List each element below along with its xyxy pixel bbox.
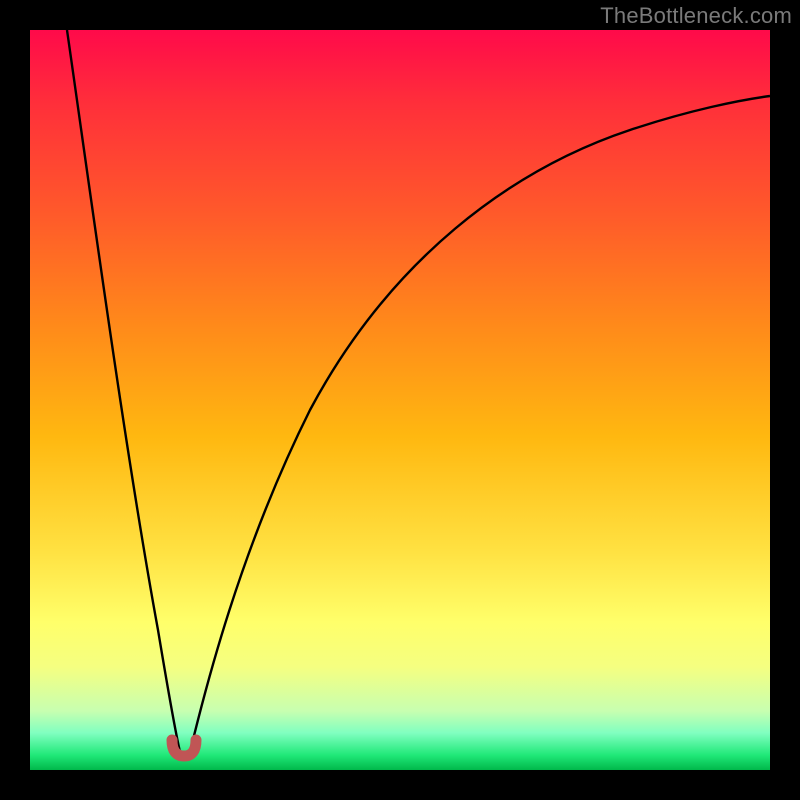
watermark-text: TheBottleneck.com bbox=[600, 3, 792, 29]
chart-frame: TheBottleneck.com bbox=[0, 0, 800, 800]
bottleneck-curve bbox=[30, 30, 770, 770]
curve-left-branch bbox=[67, 30, 180, 752]
curve-right-branch bbox=[190, 96, 770, 752]
minimum-marker-icon bbox=[172, 740, 196, 756]
plot-area bbox=[30, 30, 770, 770]
